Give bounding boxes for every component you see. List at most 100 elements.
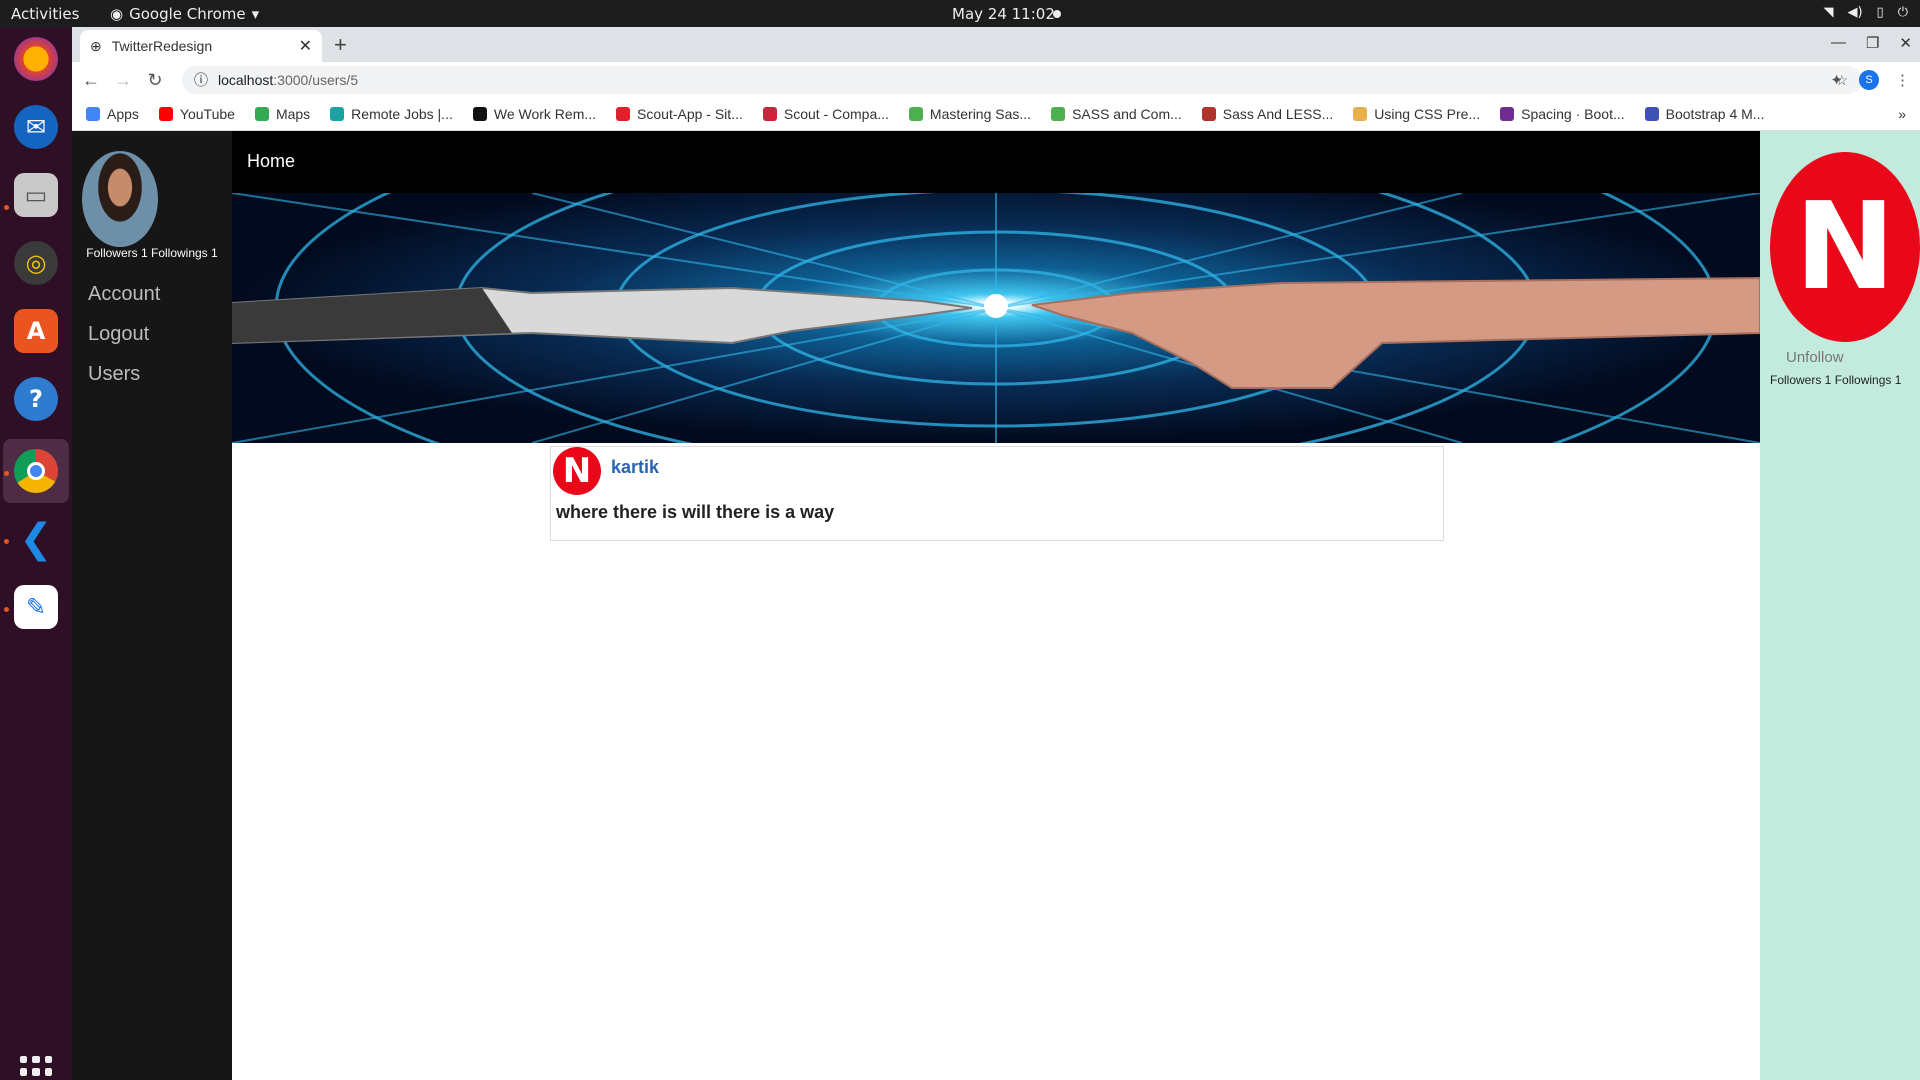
menu-icon[interactable]: ⋮	[1895, 71, 1910, 89]
dropdown-arrow-icon: ▾	[251, 5, 260, 23]
toolbar-right: ✦ S ⋮	[1830, 70, 1910, 90]
bookmark-favicon-icon	[158, 107, 173, 121]
system-tray[interactable]: ◥ ◀) ▯ ⏻	[1823, 5, 1908, 20]
clock[interactable]: May 24 11:02	[952, 5, 1055, 23]
running-indicator	[4, 539, 9, 544]
tab-strip: ⊕ TwitterRedesign ✕ + — ❐ ✕	[72, 27, 1920, 62]
rhythmbox-icon[interactable]: ◎	[14, 241, 58, 285]
bookmark-favicon-icon	[254, 107, 269, 121]
url-text: localhost:3000/users/5	[218, 72, 359, 88]
text-editor-icon[interactable]: ✎	[14, 585, 58, 629]
help-icon[interactable]: ?	[14, 377, 58, 421]
bookmark-label: Mastering Sas...	[929, 106, 1032, 122]
os-top-bar: Activities ◉ Google Chrome ▾ May 24 11:0…	[0, 0, 1920, 27]
bookmark-label: Bootstrap 4 M...	[1665, 106, 1765, 122]
bookmark-label: Maps	[275, 106, 311, 122]
bookmark-item[interactable]: Maps	[254, 106, 311, 122]
bookmark-item[interactable]: Mastering Sas...	[908, 106, 1032, 122]
bookmark-item[interactable]: Scout-App - Sit...	[616, 106, 743, 122]
bookmark-item[interactable]: YouTube	[158, 106, 235, 122]
chrome-icon[interactable]	[14, 449, 58, 493]
bookmark-label: YouTube	[179, 106, 235, 122]
bookmark-favicon-icon	[908, 107, 923, 121]
bookmark-item[interactable]: Bootstrap 4 M...	[1644, 106, 1765, 122]
bookmark-label: SASS and Com...	[1072, 106, 1182, 122]
bookmarks-overflow-icon[interactable]: »	[1898, 106, 1906, 122]
back-button[interactable]: ←	[78, 70, 104, 91]
bookmark-label: Sass And LESS...	[1222, 106, 1334, 122]
extensions-icon[interactable]: ✦	[1830, 71, 1843, 89]
web-page: Followers 1 Followings 1 Account Logout …	[72, 131, 1920, 1080]
running-indicator	[4, 471, 9, 476]
bookmark-label: Apps	[107, 106, 139, 122]
nav-account-link[interactable]: Account	[88, 283, 160, 306]
bookmark-item[interactable]: Sass And LESS...	[1201, 106, 1334, 122]
software-center-icon[interactable]: A	[14, 309, 58, 353]
dock: ✉ ▭ ◎ A ? ❮ ✎	[0, 27, 72, 1080]
show-apps-icon[interactable]	[20, 1056, 52, 1080]
forward-button[interactable]: →	[110, 70, 136, 91]
tweet-text: where there is will there is a way	[556, 502, 835, 522]
app-menu[interactable]: ◉ Google Chrome ▾	[110, 5, 259, 23]
bookmark-item[interactable]: Remote Jobs |...	[330, 106, 453, 122]
bookmark-favicon-icon	[1500, 107, 1515, 121]
close-window-button[interactable]: ✕	[1899, 34, 1912, 52]
new-tab-button[interactable]: +	[334, 32, 347, 58]
bookmark-item[interactable]: SASS and Com...	[1051, 106, 1182, 122]
browser-tab[interactable]: ⊕ TwitterRedesign ✕	[80, 30, 322, 62]
user-avatar[interactable]	[82, 151, 158, 247]
info-icon[interactable]: ⓘ	[194, 70, 208, 90]
bookmark-label: Scout - Compa...	[783, 106, 889, 122]
app-name: Google Chrome	[129, 5, 246, 23]
close-tab-icon[interactable]: ✕	[299, 36, 312, 56]
running-indicator	[4, 205, 9, 210]
bookmark-item[interactable]: Scout - Compa...	[762, 106, 889, 122]
bookmark-item[interactable]: Spacing · Boot...	[1500, 106, 1625, 122]
bookmark-favicon-icon	[762, 107, 777, 121]
globe-icon: ⊕	[90, 37, 102, 54]
bookmark-favicon-icon	[1201, 107, 1216, 121]
address-bar[interactable]: ⓘ localhost:3000/users/5 ☆	[182, 66, 1862, 94]
power-icon: ⏻	[1897, 5, 1908, 20]
profile-avatar[interactable]: S	[1859, 70, 1879, 90]
bookmark-favicon-icon	[616, 107, 631, 121]
profile-avatar-large[interactable]: N	[1770, 152, 1920, 342]
bookmark-favicon-icon	[1051, 107, 1066, 121]
tab-title: TwitterRedesign	[111, 38, 213, 54]
nav-users-link[interactable]: Users	[88, 363, 140, 386]
browser-chrome: ⊕ TwitterRedesign ✕ + — ❐ ✕ ← → ↻ ⓘ loca…	[72, 27, 1920, 131]
bookmark-favicon-icon	[1644, 107, 1659, 121]
running-indicator	[4, 607, 9, 612]
activities-button[interactable]: Activities	[11, 5, 79, 23]
firefox-icon[interactable]	[14, 37, 58, 81]
reload-button[interactable]: ↻	[142, 70, 168, 91]
bookmark-label: Using CSS Pre...	[1374, 106, 1481, 122]
bookmark-favicon-icon	[330, 107, 345, 121]
profile-follow-stats: Followers 1 Followings 1	[1770, 373, 1902, 387]
chrome-small-icon: ◉	[110, 5, 124, 23]
volume-icon: ◀)	[1847, 5, 1863, 20]
notification-dot	[1053, 10, 1061, 18]
main-content: Home N kartik where there is will there …	[232, 131, 1760, 1080]
bookmark-favicon-icon	[1353, 107, 1368, 121]
nav-logout-link[interactable]: Logout	[88, 323, 149, 346]
browser-toolbar: ← → ↻ ⓘ localhost:3000/users/5 ☆ ✦ S ⋮	[72, 62, 1920, 98]
bookmark-item[interactable]: We Work Rem...	[472, 106, 596, 122]
files-icon[interactable]: ▭	[14, 173, 58, 217]
window-controls: — ❐ ✕	[1831, 34, 1912, 52]
unfollow-button[interactable]: Unfollow	[1786, 349, 1844, 366]
bookmarks-bar: Apps YouTube Maps Remote Jobs |... We Work R…	[72, 98, 1920, 131]
bookmark-item[interactable]: Apps	[86, 106, 139, 122]
restore-button[interactable]: ❐	[1866, 34, 1879, 52]
phone-icon: ▯	[1876, 5, 1884, 20]
bookmark-item[interactable]: Using CSS Pre...	[1353, 106, 1480, 122]
minimize-button[interactable]: —	[1831, 34, 1846, 52]
banner-image	[232, 193, 1760, 443]
home-link[interactable]: Home	[247, 151, 295, 172]
tweet-card: N kartik where there is will there is a …	[550, 446, 1444, 541]
thunderbird-icon[interactable]: ✉	[14, 105, 58, 149]
tweet-author-link[interactable]: kartik	[611, 457, 659, 478]
vscode-icon[interactable]: ❮	[14, 516, 58, 562]
hero-header: Home	[232, 131, 1760, 443]
tweet-author-avatar[interactable]: N	[553, 447, 601, 495]
